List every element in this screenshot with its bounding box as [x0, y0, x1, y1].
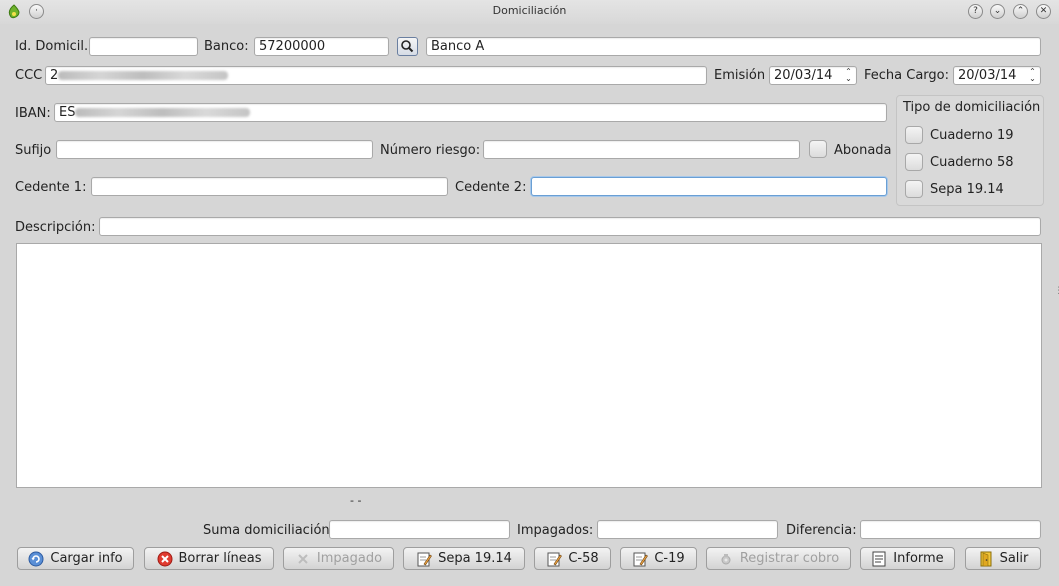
- emision-value: 20/03/14: [774, 68, 833, 83]
- numero-riesgo-input[interactable]: [483, 140, 800, 159]
- banco-input[interactable]: 57200000: [254, 37, 389, 56]
- report-icon: [871, 551, 887, 567]
- abonada-label: Abonada: [834, 143, 892, 158]
- emision-label: Emisión: [714, 68, 766, 83]
- search-button[interactable]: [397, 37, 418, 56]
- sepa-1914-checkbox[interactable]: [905, 180, 923, 198]
- informe-label: Informe: [893, 551, 944, 566]
- gear-disabled-icon: [718, 551, 734, 567]
- diferencia-field[interactable]: [860, 520, 1041, 539]
- maximize-icon[interactable]: ⌃: [1013, 4, 1028, 19]
- cargar-info-button[interactable]: Cargar info: [17, 547, 134, 570]
- borrar-lineas-label: Borrar líneas: [178, 551, 262, 566]
- sufijo-input[interactable]: [56, 140, 373, 159]
- registrar-cobro-button[interactable]: Registrar cobro: [706, 547, 851, 570]
- lines-table[interactable]: [16, 243, 1042, 488]
- registrar-cobro-label: Registrar cobro: [739, 551, 840, 566]
- sepa-1914-button[interactable]: Sepa 19.14: [403, 547, 525, 570]
- c58-label: C-58: [568, 551, 599, 566]
- emision-spinner-icon[interactable]: ⌃ ⌄: [844, 68, 853, 83]
- ccc-label: CCC: [15, 68, 43, 83]
- banco-name-field[interactable]: Banco A: [426, 37, 1041, 56]
- descripcion-input[interactable]: [99, 217, 1041, 236]
- pencil-document-icon: [546, 551, 563, 567]
- sepa-1914-label: Sepa 19.14: [930, 182, 1004, 197]
- cargar-info-label: Cargar info: [50, 551, 123, 566]
- pencil-document-icon: [416, 551, 432, 567]
- status-text: - -: [350, 494, 362, 507]
- minimize-icon[interactable]: ⌄: [990, 4, 1005, 19]
- suma-domiciliacion-field[interactable]: [329, 520, 510, 539]
- fecha-cargo-value: 20/03/14: [958, 68, 1017, 83]
- ccc-input[interactable]: 2: [45, 66, 707, 85]
- redacted-iban: [75, 108, 251, 117]
- cuaderno-58-label: Cuaderno 58: [930, 155, 1014, 170]
- borrar-lineas-button[interactable]: Borrar líneas: [144, 547, 274, 570]
- tipo-domiciliacion-title: Tipo de domiciliación: [903, 100, 1041, 115]
- impagado-label: Impagado: [316, 551, 383, 566]
- window-title: Domiciliación: [492, 4, 567, 17]
- impagado-button[interactable]: Impagado: [283, 547, 394, 570]
- iban-input[interactable]: ES: [54, 103, 887, 122]
- reload-icon: [28, 551, 44, 567]
- x-disabled-icon: [295, 551, 311, 567]
- salir-label: Salir: [999, 551, 1029, 566]
- id-domicil-input[interactable]: [89, 37, 198, 56]
- diferencia-label: Diferencia:: [786, 523, 857, 538]
- c19-label: C-19: [654, 551, 685, 566]
- impagados-label: Impagados:: [517, 523, 594, 538]
- salir-button[interactable]: Salir: [965, 547, 1041, 570]
- fecha-cargo-spinner-icon[interactable]: ⌃ ⌄: [1028, 68, 1037, 83]
- ccc-value: 2: [50, 68, 59, 83]
- descripcion-label: Descripción:: [15, 220, 96, 235]
- iban-value: ES: [59, 105, 76, 120]
- cuaderno-19-label: Cuaderno 19: [930, 128, 1014, 143]
- numero-riesgo-label: Número riesgo:: [380, 143, 481, 158]
- cuaderno-58-checkbox[interactable]: [905, 153, 923, 171]
- abonada-checkbox[interactable]: [809, 140, 827, 158]
- cuaderno-19-checkbox[interactable]: [905, 126, 923, 144]
- emision-date-input[interactable]: 20/03/14 ⌃ ⌄: [769, 66, 857, 85]
- fecha-cargo-label: Fecha Cargo:: [864, 68, 949, 83]
- cedente-1-label: Cedente 1:: [15, 180, 87, 195]
- sepa-1914-button-label: Sepa 19.14: [438, 551, 512, 566]
- close-icon[interactable]: ✕: [1036, 4, 1051, 19]
- exit-door-icon: [978, 551, 994, 567]
- resize-grip[interactable]: ⋮: [1054, 286, 1059, 296]
- fecha-cargo-date-input[interactable]: 20/03/14 ⌃ ⌄: [953, 66, 1041, 85]
- red-x-icon: [157, 551, 173, 567]
- help-icon[interactable]: ?: [968, 4, 983, 19]
- redacted-ccc: [58, 71, 229, 80]
- cedente-2-input[interactable]: [531, 177, 887, 196]
- suma-domiciliacion-label: Suma domiciliación: [203, 523, 330, 538]
- banco-label: Banco:: [204, 39, 249, 54]
- pencil-document-icon: [632, 551, 649, 567]
- c58-button[interactable]: C-58: [534, 547, 611, 570]
- cedente-2-label: Cedente 2:: [455, 180, 527, 195]
- cedente-1-input[interactable]: [91, 177, 448, 196]
- iban-label: IBAN:: [15, 106, 51, 121]
- title-bar: · Domiciliación ? ⌄ ⌃ ✕: [0, 0, 1059, 24]
- c19-button[interactable]: C-19: [620, 547, 697, 570]
- informe-button[interactable]: Informe: [860, 547, 955, 570]
- magnifier-icon: [401, 40, 414, 53]
- sufijo-label: Sufijo: [15, 143, 52, 158]
- impagados-field[interactable]: [597, 520, 778, 539]
- id-domicil-label: Id. Domicil.: [15, 39, 89, 54]
